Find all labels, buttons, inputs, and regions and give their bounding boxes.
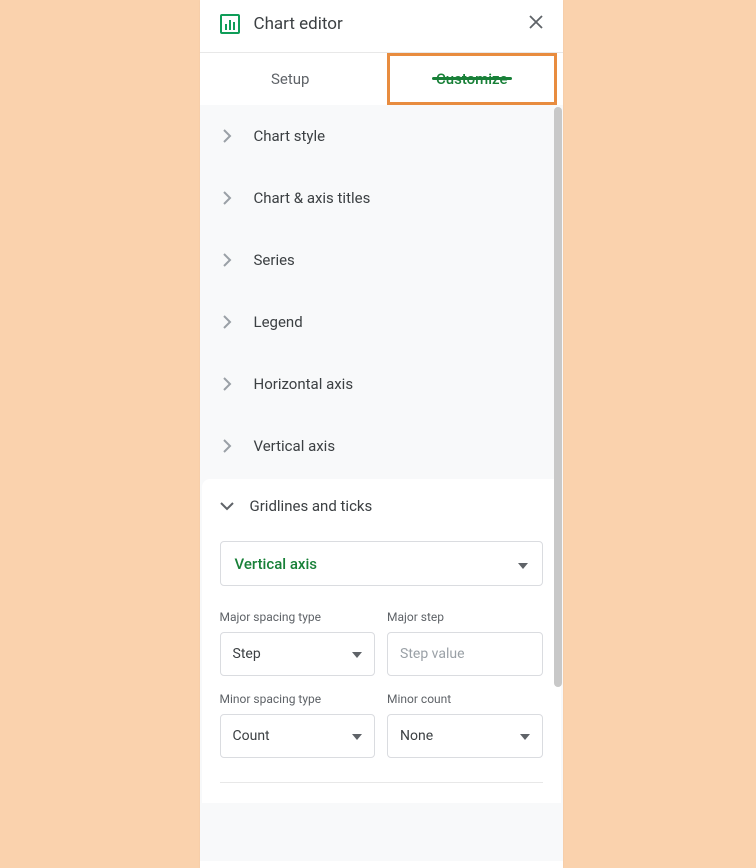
chevron-down-icon	[220, 499, 234, 513]
select-value: Count	[233, 728, 270, 744]
tabs: Setup Customize	[200, 53, 563, 105]
content-area: Chart style Chart & axis titles Series L…	[200, 105, 563, 861]
section-gridlines-header[interactable]: Gridlines and ticks	[202, 479, 561, 533]
chart-editor-panel: Chart editor Setup Customize Chart style…	[200, 0, 563, 868]
minor-row: Minor spacing type Count Minor count Non…	[202, 692, 561, 774]
minor-spacing-type-select[interactable]: Count	[220, 714, 376, 758]
chevron-right-icon	[220, 129, 234, 143]
tab-setup[interactable]: Setup	[200, 53, 382, 105]
dropdown-arrow-icon	[352, 646, 362, 662]
chevron-right-icon	[220, 377, 234, 391]
major-step-col: Major step Step value	[387, 610, 543, 676]
scrollbar[interactable]	[554, 107, 562, 687]
axis-select-value: Vertical axis	[235, 555, 318, 573]
major-row: Major spacing type Step Major step Step …	[202, 610, 561, 692]
tab-customize-wrapper: Customize	[381, 53, 563, 105]
select-value: None	[400, 728, 433, 744]
minor-count-col: Minor count None	[387, 692, 543, 758]
divider	[220, 782, 543, 783]
section-vertical-axis[interactable]: Vertical axis	[200, 415, 563, 477]
chevron-right-icon	[220, 191, 234, 205]
close-icon[interactable]	[529, 15, 543, 33]
major-spacing-type-select[interactable]: Step	[220, 632, 376, 676]
section-gridlines-ticks: Gridlines and ticks Vertical axis Major …	[202, 479, 561, 803]
chevron-right-icon	[220, 315, 234, 329]
minor-count-select[interactable]: None	[387, 714, 543, 758]
dropdown-arrow-icon	[518, 554, 528, 573]
section-label: Chart & axis titles	[254, 189, 371, 207]
section-horizontal-axis[interactable]: Horizontal axis	[200, 353, 563, 415]
panel-title: Chart editor	[254, 14, 529, 34]
section-legend[interactable]: Legend	[200, 291, 563, 353]
section-chart-axis-titles[interactable]: Chart & axis titles	[200, 167, 563, 229]
section-label: Series	[254, 251, 295, 269]
dropdown-arrow-icon	[352, 728, 362, 744]
section-label: Horizontal axis	[254, 375, 354, 393]
section-label: Chart style	[254, 127, 326, 145]
panel-header: Chart editor	[200, 0, 563, 53]
chart-logo-icon	[220, 14, 240, 34]
axis-select-dropdown[interactable]: Vertical axis	[220, 541, 543, 586]
dropdown-arrow-icon	[520, 728, 530, 744]
major-step-input[interactable]: Step value	[387, 632, 543, 676]
minor-spacing-type-col: Minor spacing type Count	[220, 692, 376, 758]
section-chart-style[interactable]: Chart style	[200, 105, 563, 167]
section-label: Gridlines and ticks	[250, 497, 373, 515]
chevron-right-icon	[220, 439, 234, 453]
field-label: Major step	[387, 610, 543, 624]
field-label: Minor spacing type	[220, 692, 376, 706]
field-label: Minor count	[387, 692, 543, 706]
chevron-right-icon	[220, 253, 234, 267]
select-value: Step	[233, 646, 261, 662]
section-label: Vertical axis	[254, 437, 336, 455]
input-placeholder: Step value	[400, 646, 465, 662]
section-label: Legend	[254, 313, 303, 331]
field-label: Major spacing type	[220, 610, 376, 624]
tab-customize[interactable]: Customize	[381, 70, 563, 88]
major-spacing-type-col: Major spacing type Step	[220, 610, 376, 676]
section-series[interactable]: Series	[200, 229, 563, 291]
